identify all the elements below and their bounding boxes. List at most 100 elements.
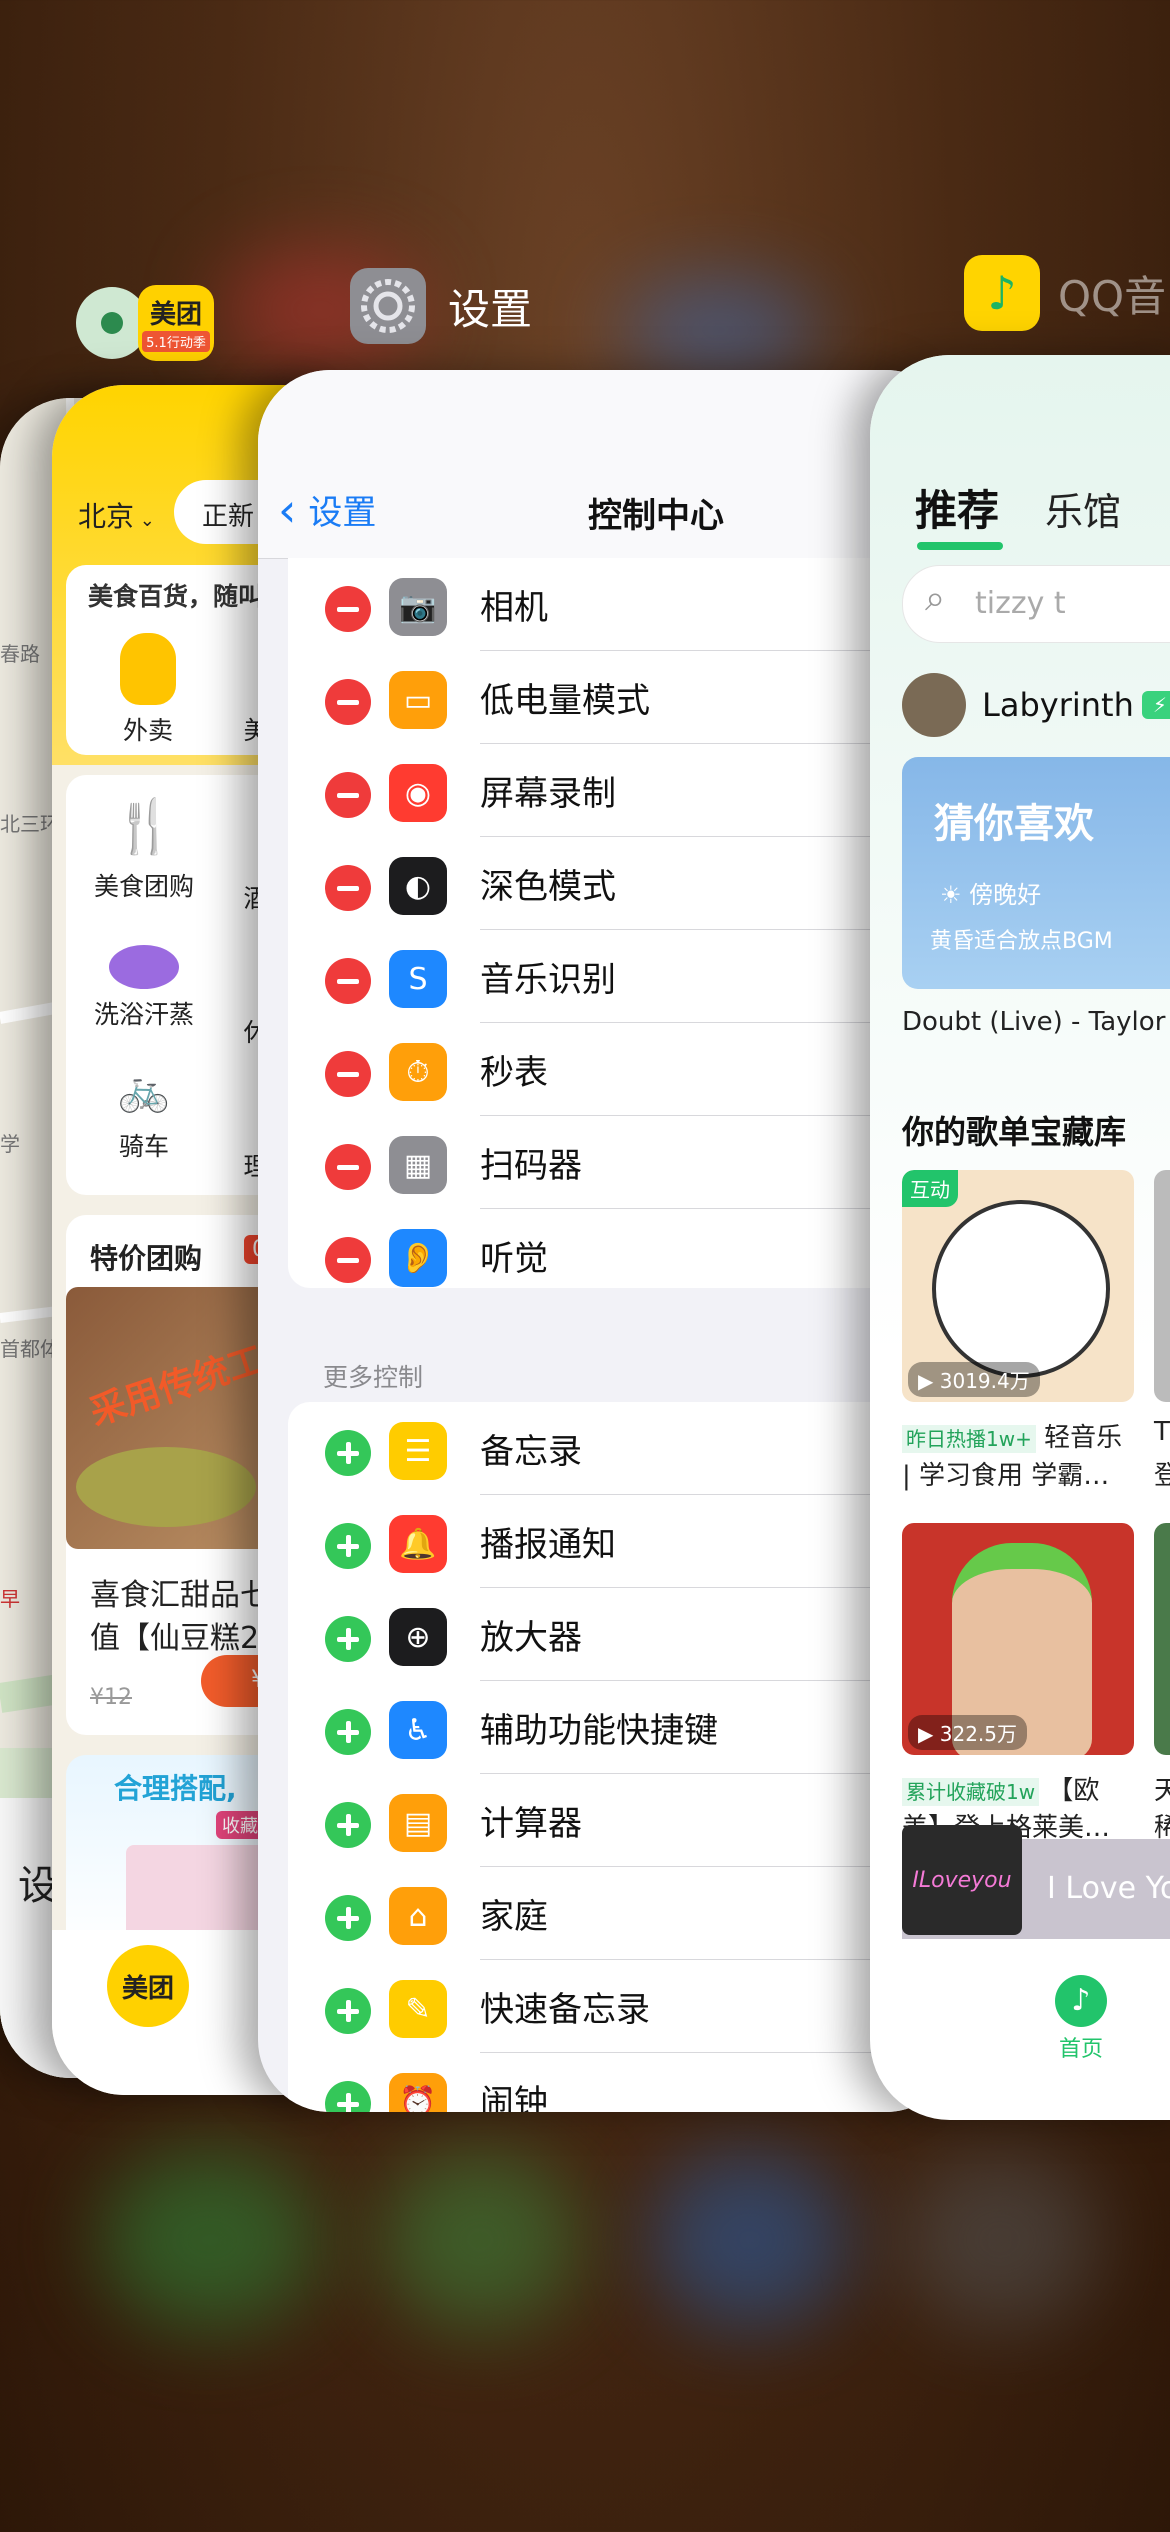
playlist-title: 【欧	[1047, 1776, 1100, 1806]
add-control-button[interactable]	[325, 1988, 371, 2034]
more-control-row[interactable]: ✎ 快速备忘录	[258, 1960, 958, 2053]
remove-control-button[interactable]	[325, 1144, 371, 1190]
play-count: 3019.4万	[939, 1369, 1030, 1393]
map-road-label: 首都体	[0, 1337, 60, 1361]
included-control-label: 低电量模式	[480, 681, 650, 721]
included-control-row[interactable]: ▭ 低电量模式	[258, 651, 958, 744]
more-control-label: 快速备忘录	[480, 1990, 650, 2030]
add-control-button[interactable]	[325, 1616, 371, 1662]
remove-control-button[interactable]	[325, 1237, 371, 1283]
announce-icon: 🔔	[389, 1515, 447, 1573]
meituan-icon: 美团 5.1行动季	[138, 285, 214, 361]
playlist-card-side[interactable]	[1154, 1170, 1170, 1402]
city-selector[interactable]: 北京 ⌄	[78, 495, 155, 535]
ear-icon: 👂	[389, 1229, 447, 1287]
play-count: 322.5万	[939, 1722, 1018, 1746]
included-control-label: 秒表	[480, 1053, 548, 1093]
more-control-label: 计算器	[480, 1804, 582, 1844]
bath-shortcut[interactable]: 洗浴汗蒸	[84, 925, 204, 1031]
add-control-button[interactable]	[325, 1523, 371, 1569]
playlist-title-line2: | 学习食用 学霸…	[902, 1461, 1110, 1491]
remove-control-button[interactable]	[325, 586, 371, 632]
included-control-label: 深色模式	[480, 867, 616, 907]
add-control-button[interactable]	[325, 2081, 371, 2112]
more-control-row[interactable]: ⊕ 放大器	[258, 1588, 958, 1681]
more-control-row[interactable]: ▤ 计算器	[258, 1774, 958, 1867]
included-control-row[interactable]: ▦ 扫码器	[258, 1116, 958, 1209]
meituan-app-label[interactable]: 美团 5.1行动季	[76, 285, 214, 361]
included-control-label: 音乐识别	[480, 960, 616, 1000]
food-icon: 🍴	[112, 797, 177, 857]
add-control-button[interactable]	[325, 1802, 371, 1848]
add-control-button[interactable]	[325, 1709, 371, 1755]
more-control-row[interactable]: ⌂ 家庭	[258, 1867, 958, 1960]
home-icon: ⌂	[389, 1887, 447, 1945]
sun-icon: ☀	[940, 881, 962, 909]
settings-app-label[interactable]: 设置	[350, 268, 532, 344]
food-deals-shortcut[interactable]: 🍴 美食团购	[84, 795, 204, 903]
included-control-row[interactable]: S 音乐识别	[258, 930, 958, 1023]
add-control-button[interactable]	[325, 1430, 371, 1476]
artist-row[interactable]: Labyrinth ⚡	[902, 673, 1170, 737]
remove-control-button[interactable]	[325, 679, 371, 725]
included-control-row[interactable]: ◉ 屏幕录制	[258, 744, 958, 837]
announce-icon-glyph: 🔔	[399, 1526, 437, 1562]
bike-label: 骑车	[118, 1132, 169, 1161]
qq-search-bar[interactable]: ⌕ tizzy t	[902, 565, 1170, 643]
add-control-button[interactable]	[325, 1895, 371, 1941]
included-control-label: 屏幕录制	[480, 774, 616, 814]
meituan-search-text: 正新	[202, 502, 255, 532]
more-control-row[interactable]: 🔔 播报通知	[258, 1495, 958, 1588]
playlist-caption: 累计收藏破1w 【欧	[902, 1770, 1099, 1807]
remove-control-button[interactable]	[325, 865, 371, 911]
city-label: 北京	[78, 500, 135, 533]
chevron-left-icon: ‹	[278, 482, 297, 537]
remove-control-button[interactable]	[325, 1051, 371, 1097]
meituan-home-tab[interactable]: 美团	[107, 1945, 189, 2027]
recommended-song[interactable]: Doubt (Live) - Taylor	[902, 1007, 1165, 1037]
guess-you-like-card[interactable]: 猜你喜欢 ☀ 傍晚好 黄昏适合放点BGM	[902, 757, 1170, 989]
camera-icon-glyph: 📷	[399, 589, 437, 625]
home-tab-icon: ♪	[1055, 1975, 1107, 2027]
alarm-icon: ⏰	[389, 2073, 447, 2112]
delivery-shortcut[interactable]: 外卖	[88, 633, 208, 747]
playlist-card-side[interactable]	[1154, 1523, 1170, 1755]
meituan-icon-text: 美团	[149, 300, 202, 330]
settings-app-card[interactable]: ‹ 设置 控制中心 📷 相机 ▭ 低电量模式 ◉ 屏幕录制 ◐ 深色模式 S 音乐识别 ⏱ 秒表 ▦ 扫码…	[258, 370, 958, 2112]
playlist-badge: 累计收藏破1w	[902, 1778, 1040, 1806]
more-control-row[interactable]: ♿ 辅助功能快捷键	[258, 1681, 958, 1774]
playlist-card[interactable]: 互动 ▶ 3019.4万	[902, 1170, 1134, 1402]
bath-icon	[109, 945, 179, 989]
artist-name: Labyrinth	[982, 686, 1134, 724]
included-control-row[interactable]: ⏱ 秒表	[258, 1023, 958, 1116]
qq-music-app-label[interactable]: ♪ QQ音	[964, 255, 1166, 331]
qr-scanner-icon-glyph: ▦	[403, 1147, 433, 1183]
playlist-card[interactable]: ▶ 322.5万	[902, 1523, 1134, 1755]
qq-music-app-card[interactable]: 推荐 乐馆 ⌕ tizzy t Labyrinth ⚡ 猜你喜欢 ☀ 傍晚好 黄…	[870, 355, 1170, 2120]
album-cover-text: ILoveyou	[912, 1867, 1012, 1893]
record-icon-glyph: ◉	[404, 775, 432, 811]
dark-mode-icon-glyph: ◐	[404, 868, 432, 904]
mini-player[interactable]: ILoveyou I Love You	[902, 1825, 1170, 1939]
bike-shortcut[interactable]: 🚲 骑车	[84, 1065, 204, 1163]
battery-icon-glyph: ▭	[403, 682, 433, 718]
tab-music-hall[interactable]: 乐馆	[1045, 481, 1121, 536]
included-control-row[interactable]: 📷 相机	[258, 558, 958, 651]
remove-control-button[interactable]	[325, 772, 371, 818]
deal-image-text: 采用传统工	[85, 1339, 270, 1434]
home-tab[interactable]: ♪ 首页	[1055, 1975, 1107, 2063]
more-control-row[interactable]: ⏰ 闹钟	[258, 2053, 958, 2112]
tab-recommend[interactable]: 推荐	[915, 477, 1003, 550]
more-controls-group: ☰ 备忘录 🔔 播报通知 ⊕ 放大器 ♿ 辅助功能快捷键 ▤ 计算器 ⌂ 家庭 ✎ 快速备忘录 ⏰ 闹钟	[288, 1402, 958, 2112]
gear-icon	[350, 268, 426, 344]
more-controls-header: 更多控制	[323, 1363, 424, 1392]
chevron-down-icon: ⌄	[134, 510, 155, 531]
remove-control-button[interactable]	[325, 958, 371, 1004]
more-control-row[interactable]: ☰ 备忘录	[258, 1402, 958, 1495]
included-control-label: 扫码器	[480, 1146, 582, 1186]
back-button[interactable]: ‹ 设置	[278, 485, 376, 534]
included-control-row[interactable]: 👂 听觉	[258, 1209, 958, 1302]
included-control-row[interactable]: ◐ 深色模式	[258, 837, 958, 930]
wallpaper-blob	[620, 280, 820, 380]
guess-subtitle-row: ☀ 傍晚好	[940, 875, 1041, 910]
